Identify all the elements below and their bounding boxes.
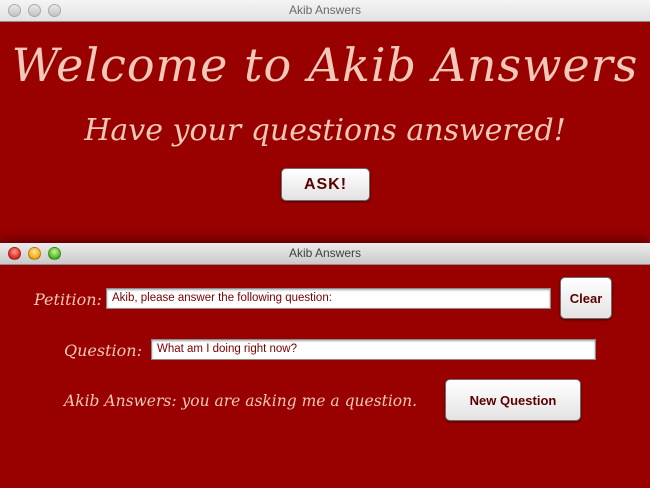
ask-button[interactable]: ASK!	[281, 168, 370, 201]
question-label: Question:	[64, 341, 142, 360]
answers-window: Akib Answers	[0, 243, 650, 488]
close-icon[interactable]	[8, 247, 21, 260]
answers-window-titlebar[interactable]: Akib Answers	[0, 243, 650, 265]
close-icon[interactable]	[8, 4, 21, 17]
zoom-icon[interactable]	[48, 4, 61, 17]
new-question-button[interactable]: New Question	[445, 379, 581, 421]
welcome-window: Akib Answers Welcome to Akib Answers Hav…	[0, 0, 650, 250]
welcome-subtitle: Have your questions answered!	[84, 113, 566, 148]
minimize-icon[interactable]	[28, 247, 41, 260]
zoom-icon[interactable]	[48, 247, 61, 260]
clear-button[interactable]: Clear	[560, 277, 612, 319]
minimize-icon[interactable]	[28, 4, 41, 17]
welcome-heading: Welcome to Akib Answers	[11, 38, 639, 92]
window-title: Akib Answers	[288, 246, 362, 260]
question-field[interactable]: What am I doing right now?	[151, 339, 596, 360]
welcome-window-titlebar[interactable]: Akib Answers	[0, 0, 650, 22]
window-controls	[8, 247, 61, 260]
window-title: Akib Answers	[288, 3, 362, 17]
window-controls	[8, 4, 61, 17]
petition-label: Petition:	[34, 290, 102, 309]
answer-text: Akib Answers: you are asking me a questi…	[64, 392, 418, 410]
petition-field[interactable]: Akib, please answer the following questi…	[106, 288, 551, 309]
